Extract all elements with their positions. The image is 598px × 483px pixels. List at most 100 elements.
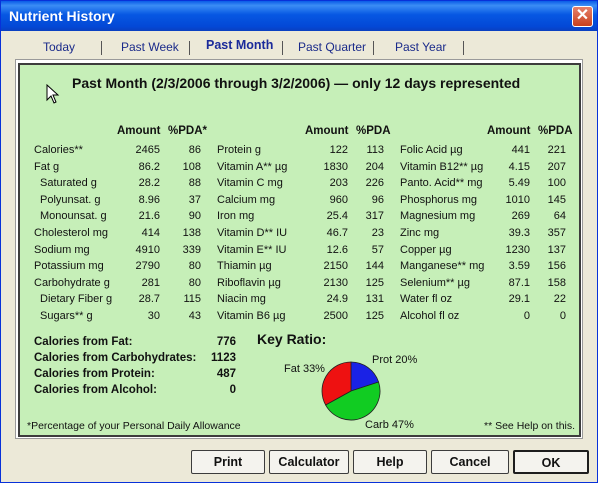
- tab-separator: [282, 41, 283, 55]
- col1-nutrient-pda: 88: [188, 177, 201, 190]
- footnote-help: ** See Help on this.: [484, 420, 576, 432]
- col1-nutrient-amount: 28.7: [138, 293, 160, 306]
- col1-nutrient-pda: 339: [182, 243, 201, 256]
- col2-nutrient-label: Iron mg: [217, 210, 255, 223]
- col3-nutrient-amount: 441: [511, 144, 530, 156]
- col2-nutrient-amount: 122: [329, 144, 348, 156]
- tab-past-week[interactable]: Past Week: [121, 40, 179, 54]
- col2-amount-header: Amount: [305, 125, 349, 137]
- col3-nutrient-label: Manganese** mg: [400, 260, 485, 273]
- col3-nutrient-pda: 156: [547, 260, 566, 273]
- col1-nutrient-pda: 86: [188, 144, 201, 156]
- calculator-button[interactable]: Calculator: [269, 450, 349, 474]
- col3-nutrient-amount: 29.1: [508, 293, 530, 306]
- col3-nutrient-label: Phosphorus mg: [400, 193, 478, 206]
- title-bar[interactable]: Nutrient History ✕: [1, 1, 597, 31]
- col1-nutrient-amount: 2465: [135, 144, 160, 156]
- col3-nutrient-amount: 5.49: [508, 177, 530, 190]
- col2-nutrient-amount: 25.4: [326, 210, 348, 223]
- col1-nutrient-amount: 21.6: [138, 210, 160, 223]
- tab-separator: [463, 41, 464, 55]
- col2-nutrient-label: Vitamin B6 µg: [217, 310, 286, 322]
- tab-past-quarter[interactable]: Past Quarter: [298, 40, 366, 54]
- col2-nutrient-label: Riboflavin µg: [217, 276, 281, 289]
- col3-nutrient-amount: 87.1: [508, 276, 530, 289]
- col3-nutrient-amount: 3.59: [508, 260, 530, 273]
- col2-nutrient-pda: 125: [365, 276, 384, 289]
- tab-today[interactable]: Today: [43, 40, 75, 54]
- tab-strip: Today Past Week Past Month Past Quarter …: [11, 35, 587, 59]
- help-button[interactable]: Help: [353, 450, 427, 474]
- col1-nutrient-amount: 86.2: [138, 160, 160, 173]
- print-button[interactable]: Print: [191, 450, 265, 474]
- col1-nutrient-amount: 4910: [135, 243, 160, 256]
- col1-nutrient-amount: 281: [141, 276, 160, 289]
- col2-nutrient-amount: 2500: [323, 310, 348, 322]
- col2-nutrient-label: Vitamin C mg: [217, 177, 283, 190]
- close-icon[interactable]: ✕: [572, 6, 593, 27]
- col2-nutrient-pda: 317: [365, 210, 384, 223]
- col3-nutrient-pda: 221: [547, 144, 566, 156]
- col2-nutrient-label: Thiamin µg: [217, 260, 272, 273]
- col2-nutrient-label: Niacin mg: [217, 293, 266, 306]
- calories-from-protein-value: 487: [216, 368, 236, 380]
- nutrient-panel: Past Month (2/3/2006 through 3/2/2006) —…: [18, 63, 581, 437]
- col1-nutrient-label: Dietary Fiber g: [40, 293, 113, 306]
- col2-nutrient-pda: 226: [365, 177, 384, 190]
- col1-nutrient-amount: 414: [141, 227, 160, 239]
- col2-nutrient-pda: 23: [371, 227, 384, 239]
- col3-nutrient-label: Copper µg: [400, 243, 452, 256]
- calories-from-alcohol-label: Calories from Alcohol:: [34, 384, 157, 396]
- tab-separator: [373, 41, 374, 55]
- col3-nutrient-label: Water fl oz: [400, 293, 453, 306]
- col3-nutrient-label: Vitamin B12** µg: [400, 160, 484, 173]
- col3-nutrient-label: Selenium** µg: [400, 276, 470, 289]
- col3-nutrient-pda: 64: [553, 210, 566, 223]
- cancel-button[interactable]: Cancel: [431, 450, 509, 474]
- col1-nutrient-pda: 138: [182, 227, 201, 239]
- col1-nutrient-label: Polyunsat. g: [40, 193, 101, 206]
- col1-nutrient-pda: 115: [183, 293, 201, 306]
- col3-nutrient-label: Folic Acid µg: [400, 144, 463, 156]
- col1-nutrient-label: Cholesterol mg: [34, 227, 108, 239]
- col3-nutrient-amount: 0: [523, 310, 530, 322]
- col3-nutrient-pda: 145: [547, 193, 566, 206]
- key-ratio-pie-chart: [321, 361, 381, 421]
- tab-past-month[interactable]: Past Month: [206, 38, 273, 52]
- col2-nutrient-label: Vitamin A** µg: [217, 160, 288, 173]
- calories-from-carbs-label: Calories from Carbohydrates:: [34, 352, 197, 364]
- col2-nutrient-amount: 24.9: [326, 293, 348, 306]
- col1-nutrient-label: Potassium mg: [34, 260, 104, 273]
- col2-nutrient-label: Calcium mg: [217, 193, 276, 206]
- col3-nutrient-pda: 207: [547, 160, 566, 173]
- col1-nutrient-label: Fat g: [34, 160, 60, 173]
- mouse-cursor-icon: [46, 84, 60, 104]
- col1-nutrient-label: Calories**: [34, 144, 83, 156]
- col1-nutrient-label: Sugars** g: [40, 310, 93, 322]
- col2-nutrient-label: Protein g: [217, 144, 262, 156]
- col2-nutrient-amount: 2150: [323, 260, 348, 273]
- col2-nutrient-pda: 204: [365, 160, 384, 173]
- col3-nutrient-pda: 0: [559, 310, 566, 322]
- col1-pda-header: %PDA*: [168, 125, 207, 137]
- calories-from-alcohol-value: 0: [229, 384, 236, 396]
- col2-nutrient-label: Vitamin D** IU: [217, 227, 288, 239]
- nutrient-history-window: Nutrient History ✕ Today Past Week Past …: [0, 0, 598, 483]
- col1-nutrient-label: Saturated g: [40, 177, 97, 190]
- col1-nutrient-amount: 8.96: [138, 193, 160, 206]
- key-ratio-title: Key Ratio:: [257, 331, 327, 347]
- ok-button[interactable]: OK: [513, 450, 589, 474]
- col1-nutrient-label: Sodium mg: [34, 243, 90, 256]
- col3-nutrient-pda: 137: [547, 243, 566, 256]
- col3-nutrient-pda: 357: [547, 227, 566, 239]
- col1-nutrient-label: Carbohydrate g: [34, 276, 110, 289]
- col1-nutrient-pda: 90: [188, 210, 201, 223]
- col1-nutrient-pda: 37: [188, 193, 201, 206]
- footnote-pda: *Percentage of your Personal Daily Allow…: [27, 420, 241, 432]
- col3-pda-header: %PDA: [538, 125, 573, 137]
- col2-nutrient-pda: 144: [365, 260, 384, 273]
- col3-nutrient-amount: 39.3: [508, 227, 530, 239]
- tab-separator: [189, 41, 190, 55]
- tab-past-year[interactable]: Past Year: [395, 40, 446, 54]
- col2-nutrient-amount: 46.7: [326, 227, 348, 239]
